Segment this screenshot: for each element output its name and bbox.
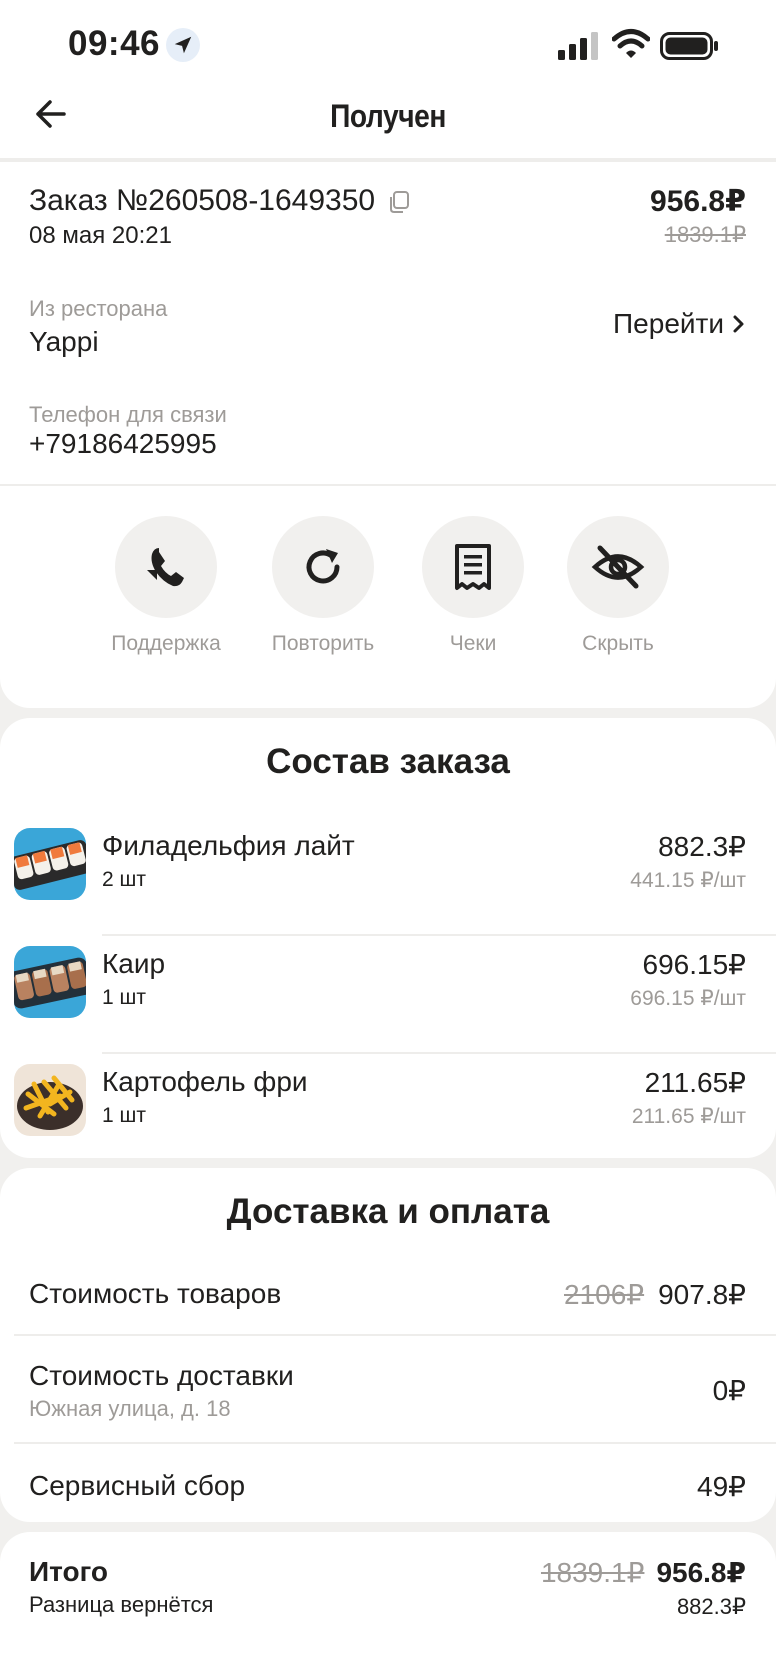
list-item[interactable]: Филадельфия лайт 2 шт 882.3₽ 441.15 ₽/шт bbox=[0, 818, 776, 936]
receipt-icon bbox=[422, 516, 524, 618]
total-value: 1839.1₽ 956.8₽ bbox=[541, 1556, 746, 1589]
restaurant-label: Из ресторана bbox=[29, 296, 168, 321]
item-unit-price: 696.15 ₽/шт bbox=[630, 987, 746, 1010]
divider bbox=[14, 1334, 776, 1336]
hide-action[interactable]: Скрыть bbox=[543, 516, 693, 656]
wifi-icon bbox=[612, 29, 650, 58]
delivery-title: Доставка и оплата bbox=[226, 1192, 550, 1231]
item-name: Филадельфия лайт bbox=[102, 830, 355, 861]
goto-label: Перейти bbox=[613, 308, 724, 339]
refund-amount: 882.3₽ bbox=[676, 1594, 746, 1619]
item-thumbnail bbox=[14, 1064, 86, 1136]
service-fee-label: Сервисный сбор bbox=[29, 1470, 246, 1501]
goto-restaurant-link[interactable]: Перейти bbox=[613, 308, 746, 340]
list-item[interactable]: Каир 1 шт 696.15₽ 696.15 ₽/шт bbox=[0, 936, 776, 1054]
item-thumbnail bbox=[14, 946, 86, 1018]
divider bbox=[0, 484, 776, 486]
delivery-address: Южная улица, д. 18 bbox=[29, 1396, 231, 1421]
goods-cost-value: 2106₽ 907.8₽ bbox=[564, 1278, 746, 1311]
repeat-icon bbox=[272, 516, 374, 618]
item-thumbnail bbox=[14, 828, 86, 900]
list-item[interactable]: Картофель фри 1 шт 211.65₽ 211.65 ₽/шт bbox=[0, 1054, 776, 1172]
support-action[interactable]: Поддержка bbox=[91, 516, 241, 656]
item-unit-price: 211.65 ₽/шт bbox=[631, 1105, 746, 1128]
composition-title: Состав заказа bbox=[266, 742, 510, 781]
order-total-old: 1839.1₽ bbox=[664, 222, 746, 247]
action-label: Поддержка bbox=[111, 632, 221, 655]
cellular-signal-icon bbox=[558, 32, 598, 60]
status-time: 09:46 bbox=[68, 24, 161, 63]
total-note: Разница вернётся bbox=[29, 1592, 214, 1617]
page-title: Получен bbox=[330, 98, 446, 134]
item-quantity: 2 шт bbox=[102, 868, 146, 891]
battery-icon bbox=[660, 32, 718, 60]
action-label: Скрыть bbox=[582, 632, 654, 655]
item-price: 696.15₽ bbox=[642, 949, 746, 980]
goods-cost-label: Стоимость товаров bbox=[29, 1278, 282, 1309]
divider bbox=[14, 1442, 776, 1444]
total-label: Итого bbox=[29, 1556, 108, 1587]
delivery-cost-label: Стоимость доставки bbox=[29, 1360, 294, 1391]
repeat-action[interactable]: Повторить bbox=[248, 516, 398, 656]
restaurant-name: Yappi bbox=[29, 326, 99, 357]
phone-value[interactable]: +79186425995 bbox=[29, 428, 217, 460]
item-name: Каир bbox=[102, 948, 166, 979]
item-price: 211.65₽ bbox=[644, 1067, 746, 1098]
action-label: Повторить bbox=[271, 632, 375, 655]
support-chat-icon bbox=[115, 516, 217, 618]
item-quantity: 1 шт bbox=[102, 1104, 146, 1127]
order-total: 956.8₽ bbox=[650, 185, 746, 218]
total-new: 956.8₽ bbox=[656, 1557, 746, 1588]
item-unit-price: 441.15 ₽/шт bbox=[630, 869, 746, 892]
goods-cost-old: 2106₽ bbox=[564, 1279, 645, 1310]
hide-eye-icon bbox=[567, 516, 669, 618]
phone-label: Телефон для связи bbox=[29, 402, 227, 427]
receipts-action[interactable]: Чеки bbox=[398, 516, 548, 656]
chevron-right-icon bbox=[733, 315, 744, 333]
action-label: Чеки bbox=[449, 632, 497, 655]
item-name: Картофель фри bbox=[102, 1066, 308, 1097]
item-price: 882.3₽ bbox=[658, 831, 746, 862]
total-old: 1839.1₽ bbox=[540, 1557, 645, 1588]
order-date: 08 мая 20:21 bbox=[29, 222, 172, 249]
order-number: Заказ №260508-1649350 bbox=[29, 184, 376, 217]
item-quantity: 1 шт bbox=[102, 986, 146, 1009]
delivery-cost-value: 0₽ bbox=[712, 1375, 746, 1406]
service-fee-value: 49₽ bbox=[697, 1471, 746, 1502]
copy-icon[interactable] bbox=[388, 190, 410, 214]
goods-cost-new: 907.8₽ bbox=[658, 1279, 746, 1310]
location-arrow-icon bbox=[166, 28, 200, 62]
